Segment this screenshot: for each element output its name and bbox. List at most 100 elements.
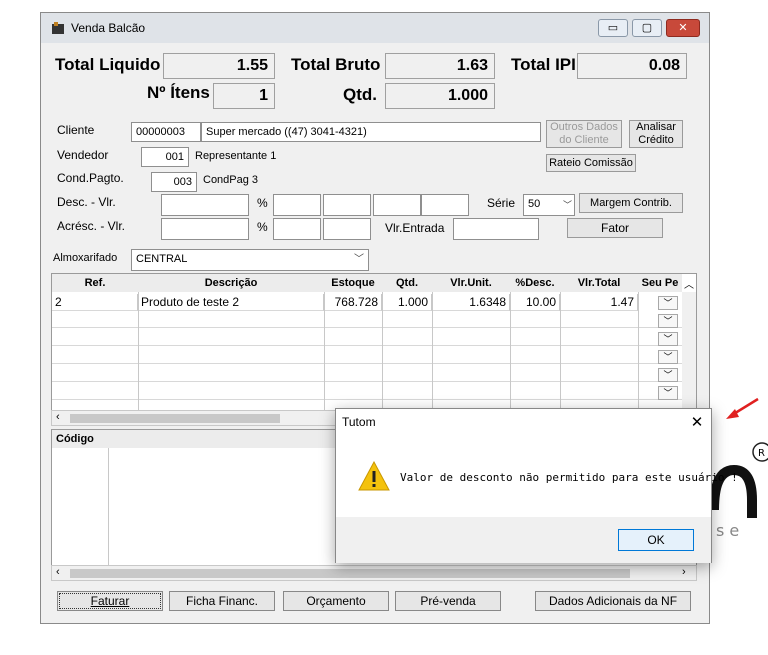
almoxarifado-label: Almoxarifado: [53, 252, 118, 264]
fator-button[interactable]: Fator: [567, 218, 663, 238]
warning-icon: [358, 460, 390, 491]
cell-vlr-total: 1.47: [560, 294, 638, 311]
outros-dados-button[interactable]: Outros Dados do Cliente: [546, 120, 622, 148]
itens-value: 1: [213, 83, 275, 109]
scroll-left-icon[interactable]: ‹: [56, 566, 60, 578]
svg-text:s e: s e: [716, 521, 739, 540]
cliente-code-field[interactable]: 00000003: [131, 122, 201, 142]
orcamento-button[interactable]: Orçamento: [283, 591, 389, 611]
grid-header-descricao[interactable]: Descrição: [138, 274, 324, 292]
grid-header-ref[interactable]: Ref.: [52, 274, 138, 292]
margem-contrib-button[interactable]: Margem Contrib.: [579, 193, 683, 213]
app-icon: [51, 21, 65, 35]
serie-value: 50: [528, 198, 541, 210]
total-liquido-value: 1.55: [163, 53, 275, 79]
chevron-down-icon: ﹀: [354, 254, 364, 265]
cond-code-field[interactable]: 003: [151, 172, 197, 192]
grid-header-qtd[interactable]: Qtd.: [382, 274, 432, 292]
acresc-percent-label: %: [257, 220, 268, 234]
grid-vertical-scrollbar[interactable]: [682, 292, 696, 412]
grid-header-vlr-total[interactable]: Vlr.Total: [560, 274, 638, 292]
total-bruto-value: 1.63: [385, 53, 495, 79]
grid-lines: [52, 310, 682, 414]
rateio-comissao-button[interactable]: Rateio Comissão: [546, 154, 636, 172]
dados-adicionais-button[interactable]: Dados Adicionais da NF: [535, 591, 691, 611]
seu-pe-dropdown-6[interactable]: ﹀: [658, 386, 678, 400]
table-row[interactable]: 2 Produto de teste 2 768.728 1.000 1.634…: [52, 294, 682, 311]
services-hscrollbar[interactable]: ‹ ›: [51, 565, 697, 581]
maximize-button[interactable]: ▢: [632, 19, 662, 37]
grid-col-divider-2: [324, 292, 325, 414]
grid-col-divider-6: [560, 292, 561, 414]
alert-dialog: Tutom ✕ Valor de desconto não permitido …: [335, 408, 738, 563]
vendedor-code-field[interactable]: 001: [141, 147, 189, 167]
total-ipi-value: 0.08: [577, 53, 687, 79]
itens-label: Nº Ítens: [147, 83, 210, 102]
analisar-credito-button[interactable]: Analisar Crédito: [629, 120, 683, 148]
acresc-pct-field-2[interactable]: [323, 218, 371, 240]
scroll-left-icon[interactable]: ‹: [56, 411, 60, 423]
desc-pct-field-1[interactable]: [273, 194, 321, 216]
vendedor-name: Representante 1: [195, 150, 277, 162]
desc-pct-field-4[interactable]: [421, 194, 469, 216]
annotation-arrow: [722, 396, 762, 422]
cell-desc: 10.00: [510, 294, 560, 311]
scroll-right-icon[interactable]: ›: [682, 566, 686, 578]
seu-pe-dropdown-5[interactable]: ﹀: [658, 368, 678, 382]
pre-venda-button[interactable]: Pré-venda: [395, 591, 501, 611]
seu-pe-dropdown-4[interactable]: ﹀: [658, 350, 678, 364]
cond-name: CondPag 3: [203, 174, 259, 186]
grid-col-divider-7: [638, 292, 639, 414]
grid-header-vlr-unit[interactable]: Vlr.Unit.: [432, 274, 510, 292]
dialog-close-button[interactable]: ✕: [688, 413, 706, 431]
scroll-thumb[interactable]: [70, 414, 280, 423]
title-bar: Venda Balcão ▭ ▢ ✕: [41, 13, 709, 43]
grid-header-desc[interactable]: %Desc.: [510, 274, 560, 292]
grid-col-divider-4: [432, 292, 433, 414]
vlr-entrada-label: Vlr.Entrada: [385, 221, 445, 235]
cond-pagto-label: Cond.Pagto.: [57, 171, 124, 185]
grid-header-estoque[interactable]: Estoque: [324, 274, 382, 292]
ficha-financ-button[interactable]: Ficha Financ.: [169, 591, 275, 611]
grid-scroll-up-icon[interactable]: ︿: [682, 276, 696, 291]
desc-percent-label: %: [257, 196, 268, 210]
cliente-name-field[interactable]: Super mercado ((47) 3041-4321): [201, 122, 541, 142]
desc-pct-field-2[interactable]: [323, 194, 371, 216]
cliente-label: Cliente: [57, 123, 95, 137]
scroll-thumb[interactable]: [70, 569, 630, 578]
serie-label: Série: [487, 196, 516, 210]
seu-pe-dropdown-2[interactable]: ﹀: [658, 314, 678, 328]
cell-estoque: 768.728: [324, 294, 382, 311]
ok-button[interactable]: OK: [618, 529, 694, 551]
acresc-vlr-label: Acrésc. - Vlr.: [57, 219, 126, 233]
cell-ref: 2: [52, 294, 138, 311]
cell-qtd: 1.000: [382, 294, 432, 311]
desc-pct-field-3[interactable]: [373, 194, 421, 216]
almoxarifado-select[interactable]: CENTRAL ﹀: [131, 249, 369, 271]
items-grid[interactable]: Ref. Descrição Estoque Qtd. Vlr.Unit. %D…: [51, 273, 697, 414]
desc-vlr-field[interactable]: [161, 194, 249, 216]
svg-text:R: R: [758, 448, 765, 459]
grid-col-divider-1: [138, 292, 139, 414]
services-header-codigo[interactable]: Código: [52, 430, 108, 448]
serie-select[interactable]: 50 ﹀: [523, 194, 575, 216]
services-col-divider: [108, 448, 109, 568]
minimize-button[interactable]: ▭: [598, 19, 628, 37]
total-liquido-label: Total Liquido: [55, 55, 161, 74]
almoxarifado-value: CENTRAL: [136, 253, 188, 265]
close-button[interactable]: ✕: [666, 19, 700, 37]
vlr-entrada-field[interactable]: [453, 218, 539, 240]
seu-pe-dropdown-1[interactable]: ﹀: [658, 296, 678, 310]
grid-header-seu-pe[interactable]: Seu Pe: [638, 274, 682, 292]
cell-descricao: Produto de teste 2: [138, 294, 324, 311]
seu-pe-dropdown-3[interactable]: ﹀: [658, 332, 678, 346]
acresc-pct-field-1[interactable]: [273, 218, 321, 240]
desc-vlr-label: Desc. - Vlr.: [57, 195, 116, 209]
total-bruto-label: Total Bruto: [291, 55, 381, 74]
cell-vlr-unit: 1.6348: [432, 294, 510, 311]
acresc-vlr-field[interactable]: [161, 218, 249, 240]
grid-col-divider-5: [510, 292, 511, 414]
qtd-value: 1.000: [385, 83, 495, 109]
window-title: Venda Balcão: [71, 21, 146, 35]
faturar-button[interactable]: Faturar: [57, 591, 163, 611]
